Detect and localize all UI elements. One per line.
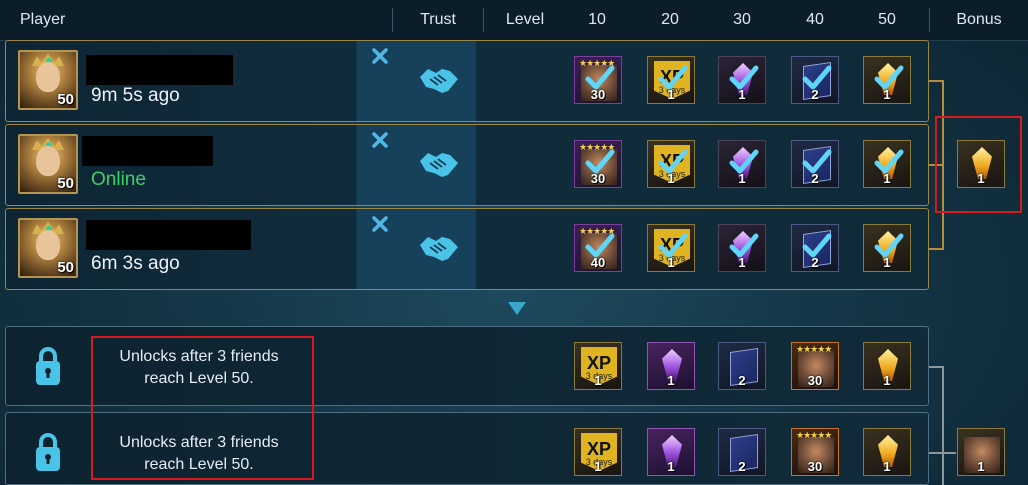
header-level-50: 50: [878, 11, 896, 28]
avatar-level: 50: [57, 175, 74, 192]
header-level-20: 20: [661, 11, 679, 28]
reward-slot-xp-booster[interactable]: XP 3 days 1: [647, 224, 695, 272]
remove-friend-close-icon[interactable]: [371, 131, 389, 149]
reward-count: 1: [667, 373, 675, 388]
reward-count: 30: [590, 87, 606, 102]
reward-slot-xp-booster[interactable]: XP 3 days 1: [574, 342, 622, 390]
reward-slot-hero-card[interactable]: ★★★★★ 30: [791, 342, 839, 390]
reward-slot-xp-booster[interactable]: XP 3 days 1: [647, 140, 695, 188]
remove-friend-close-icon[interactable]: [371, 215, 389, 233]
avatar-level: 50: [57, 259, 74, 276]
reward-count: 1: [977, 171, 985, 186]
bonus-reward-top[interactable]: 1: [957, 140, 1005, 188]
reward-count: 2: [811, 171, 819, 186]
reward-slot-tome[interactable]: 2: [791, 56, 839, 104]
unlock-text-highlight-box: [91, 336, 314, 480]
reward-count: 1: [883, 87, 891, 102]
bonus-connector: [929, 248, 943, 250]
lock-icon: [36, 433, 60, 471]
reward-count: 1: [883, 459, 891, 474]
bonus-connector: [929, 366, 943, 368]
reward-count: 2: [738, 373, 746, 388]
reward-slot-hero-card[interactable]: ★★★★★ 30: [791, 428, 839, 476]
stars-icon: ★★★★★: [796, 430, 832, 440]
stars-icon: ★★★★★: [796, 344, 832, 354]
reward-slot-hero-card[interactable]: ★★★★★ 30: [574, 140, 622, 188]
reward-count: 30: [590, 171, 606, 186]
reward-slot-crystal[interactable]: 1: [647, 428, 695, 476]
table-header: Player Trust Level 10 20 30 40 50 Bonus: [0, 0, 1028, 41]
reward-count: 2: [811, 87, 819, 102]
reward-slot-hero-card[interactable]: ★★★★★ 40: [574, 224, 622, 272]
reward-count: 1: [883, 255, 891, 270]
header-level-10: 10: [588, 11, 606, 28]
reward-slot-crystal[interactable]: 1: [718, 140, 766, 188]
bonus-reward-bottom[interactable]: 1: [957, 428, 1005, 476]
avatar-level: 50: [57, 91, 74, 108]
reward-count: 30: [807, 373, 823, 388]
avatar[interactable]: 50: [18, 218, 78, 278]
friend-status: Online: [91, 169, 146, 190]
avatar[interactable]: 50: [18, 134, 78, 194]
friend-status: 9m 5s ago: [91, 85, 180, 106]
bonus-connector: [942, 366, 944, 485]
reward-count: 1: [667, 87, 675, 102]
reward-count: 1: [738, 255, 746, 270]
reward-slot-crystal[interactable]: 1: [718, 224, 766, 272]
header-trust: Trust: [420, 11, 456, 28]
reward-count: 1: [738, 87, 746, 102]
face-icon: [36, 146, 60, 176]
handshake-icon: [420, 69, 458, 93]
header-level-40: 40: [806, 11, 824, 28]
remove-friend-close-icon[interactable]: [371, 47, 389, 65]
bonus-connector: [929, 80, 943, 82]
reward-count: 1: [667, 459, 675, 474]
reward-slot-crystal-gold[interactable]: 1: [863, 428, 911, 476]
reward-count: 1: [594, 373, 602, 388]
reward-count: 1: [594, 459, 602, 474]
face-icon: [36, 230, 60, 260]
face-icon: [36, 62, 60, 92]
reward-count: 1: [667, 255, 675, 270]
redacted-name: [86, 220, 251, 250]
bonus-connector: [942, 452, 956, 454]
reward-slot-tome[interactable]: 2: [718, 428, 766, 476]
handshake-icon: [420, 237, 458, 261]
header-player: Player: [20, 11, 66, 28]
expand-arrow-icon[interactable]: [508, 302, 526, 315]
reward-count: 1: [977, 459, 985, 474]
friend-status: 6m 3s ago: [91, 253, 180, 274]
reward-count: 30: [807, 459, 823, 474]
reward-slot-crystal-gold[interactable]: 1: [863, 140, 911, 188]
header-bonus: Bonus: [956, 11, 1002, 28]
header-level: Level: [505, 11, 545, 28]
reward-slot-tome[interactable]: 2: [718, 342, 766, 390]
reward-slot-crystal-gold[interactable]: 1: [863, 56, 911, 104]
reward-slot-crystal[interactable]: 1: [718, 56, 766, 104]
reward-slot-crystal-gold[interactable]: 1: [863, 342, 911, 390]
redacted-name: [86, 55, 233, 85]
handshake-icon: [420, 153, 458, 177]
reward-slot-xp-booster[interactable]: XP 3 days 1: [647, 56, 695, 104]
reward-slot-tome[interactable]: 2: [791, 140, 839, 188]
reward-slot-xp-booster[interactable]: XP 3 days 1: [574, 428, 622, 476]
bonus-connector: [929, 452, 943, 454]
reward-count: 1: [883, 171, 891, 186]
reward-count: 1: [883, 373, 891, 388]
reward-slot-crystal[interactable]: 1: [647, 342, 695, 390]
lock-icon: [36, 347, 60, 385]
reward-slot-tome[interactable]: 2: [791, 224, 839, 272]
reward-count: 1: [667, 171, 675, 186]
header-level-30: 30: [733, 11, 751, 28]
avatar[interactable]: 50: [18, 50, 78, 110]
reward-count: 2: [811, 255, 819, 270]
reward-count: 40: [590, 255, 606, 270]
redacted-name: [82, 136, 213, 166]
reward-count: 1: [738, 171, 746, 186]
reward-count: 2: [738, 459, 746, 474]
reward-slot-hero-card[interactable]: ★★★★★ 30: [574, 56, 622, 104]
reward-slot-crystal-gold[interactable]: 1: [863, 224, 911, 272]
